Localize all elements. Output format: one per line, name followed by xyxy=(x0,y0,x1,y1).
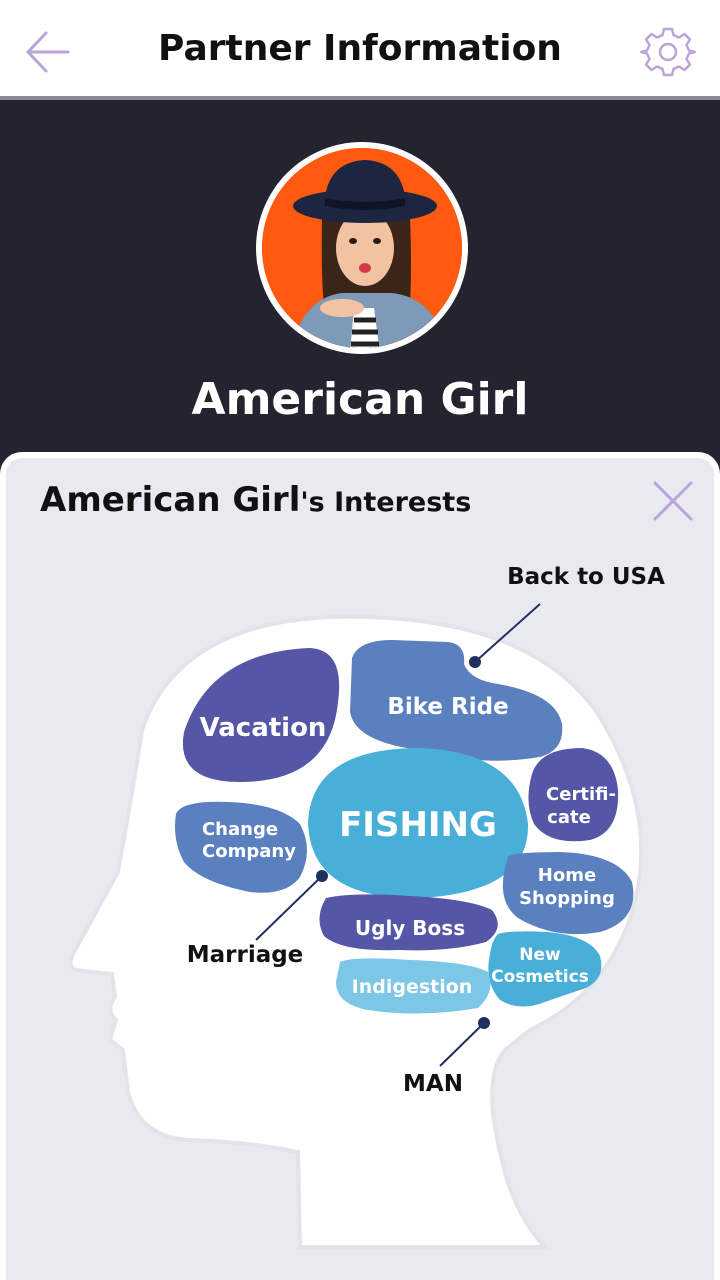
interests-title: American Girl's Interests xyxy=(40,480,471,520)
ugly-boss-label: Ugly Boss xyxy=(355,916,465,940)
new-cosmetics-label-line2: Cosmetics xyxy=(491,967,589,987)
change-company-label-line1: Change xyxy=(202,819,278,840)
certificate-label-line2: cate xyxy=(547,807,591,828)
home-shopping-label-line1: Home xyxy=(538,865,596,886)
certificate-label-line1: Certifi- xyxy=(546,784,616,805)
close-icon xyxy=(653,481,693,521)
page-title: Partner Information xyxy=(158,28,562,69)
home-shopping-label-line2: Shopping xyxy=(519,888,615,909)
indigestion-label: Indigestion xyxy=(352,976,473,998)
close-button[interactable] xyxy=(650,478,696,524)
top-bar: Partner Information xyxy=(0,0,720,100)
man-label: MAN xyxy=(403,1071,463,1097)
marriage-dot xyxy=(316,870,328,882)
fishing-label: FISHING xyxy=(339,805,497,845)
avatar[interactable] xyxy=(256,142,468,354)
head-interest-map: Vacation Bike Ride Certifi- cate Change … xyxy=(68,564,665,1249)
vacation-label: Vacation xyxy=(200,713,327,743)
settings-button[interactable] xyxy=(639,24,697,80)
bike-ride-label: Bike Ride xyxy=(387,694,508,720)
back-to-usa-dot xyxy=(469,656,481,668)
partner-name: American Girl xyxy=(191,374,529,425)
change-company-label-line2: Company xyxy=(202,841,296,862)
avatar-photo xyxy=(262,148,462,348)
interests-owner-name: American Girl xyxy=(40,480,301,520)
marriage-label: Marriage xyxy=(187,942,304,968)
interests-title-suffix: 's Interests xyxy=(300,487,472,518)
new-cosmetics-label-line1: New xyxy=(519,945,561,965)
man-dot xyxy=(478,1017,490,1029)
gear-icon xyxy=(639,27,697,77)
interests-panel: Vacation Bike Ride Certifi- cate Change … xyxy=(0,452,720,1280)
profile-header: American Girl xyxy=(0,104,720,464)
back-to-usa-label: Back to USA xyxy=(507,564,665,590)
